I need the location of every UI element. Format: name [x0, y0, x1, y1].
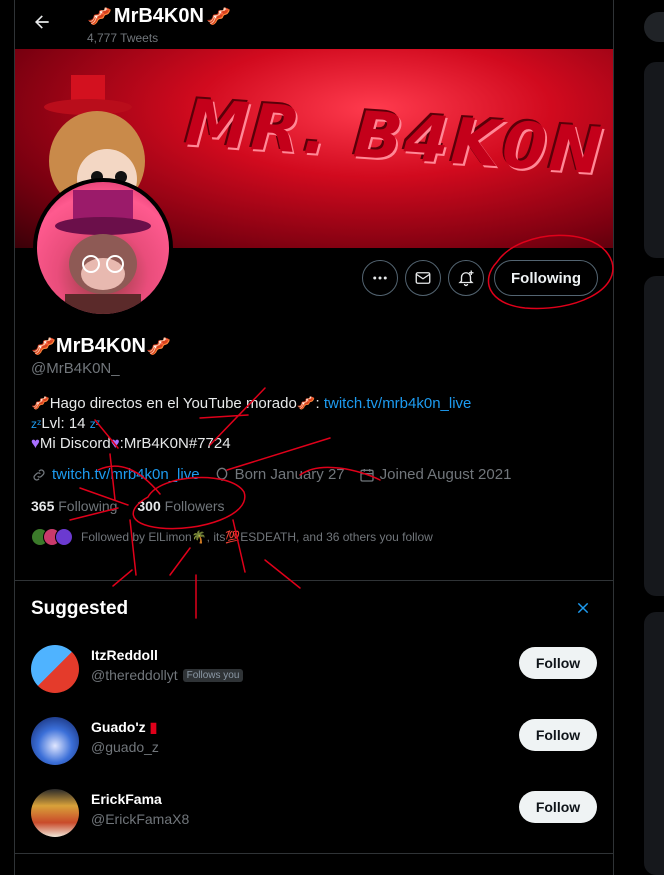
- bacon-emoji: 🥓: [205, 6, 231, 28]
- suggested-user-handle: @ErickFamaX8: [91, 811, 190, 827]
- bio-level: Lvl: 14: [41, 415, 86, 432]
- banner-text: MR. B4K0N: [182, 86, 607, 190]
- who-to-follow-card[interactable]: [644, 276, 664, 596]
- tweet-count: 4,777 Tweets: [87, 31, 159, 45]
- followed-by-avatars: [31, 528, 73, 546]
- bio-line: 🥓Hago directos en el YouTube morado🥓: tw…: [31, 395, 472, 412]
- followed-by[interactable]: Followed by ElLimon🌴, its💯ESDEATH, and 3…: [31, 528, 433, 546]
- suggested-user-name[interactable]: ErickFama: [91, 791, 162, 807]
- divider: [15, 580, 613, 581]
- envelope-icon: [415, 272, 431, 284]
- meta-joined: Joined August 2021: [359, 466, 512, 483]
- website-link[interactable]: twitch.tv/mrb4k0n_live: [52, 466, 200, 483]
- bacon-emoji: 🥓: [296, 395, 316, 412]
- message-button[interactable]: [405, 260, 441, 296]
- birthday-text: Born January 27: [234, 466, 345, 483]
- follow-button[interactable]: Follow: [519, 791, 597, 823]
- sleep-emoji: zᶻ: [89, 417, 100, 431]
- bacon-emoji: 🥓: [31, 336, 56, 358]
- suggested-user-handle: @guado_z: [91, 739, 159, 755]
- purple-heart-emoji: ♥: [31, 435, 40, 452]
- bio-line: ♥Mi Discord♥:MrB4K0N#7724: [31, 434, 591, 454]
- top-bar: 🥓 MrB4K0N 🥓 4,777 Tweets: [15, 0, 613, 49]
- boot-emoji: ▮: [149, 719, 158, 735]
- profile-stats: 365 Following 300 Followers: [31, 498, 225, 514]
- suggested-user-row[interactable]: Guado'z ▮ @guado_z Follow: [31, 717, 601, 773]
- profile-name: 🥓 MrB4K0N 🥓: [31, 334, 171, 359]
- notifications-button[interactable]: [448, 260, 484, 296]
- purple-heart-emoji: ♥: [110, 435, 120, 452]
- avatar[interactable]: [31, 789, 79, 837]
- link-icon: [33, 468, 45, 481]
- avatar: [55, 528, 73, 546]
- balloon-icon: [216, 467, 227, 481]
- header-title: 🥓 MrB4K0N 🥓: [87, 4, 231, 29]
- bell-plus-icon: [458, 270, 474, 287]
- follow-button[interactable]: Follow: [519, 719, 597, 751]
- profile-display-name: MrB4K0N: [55, 335, 146, 357]
- back-button[interactable]: [29, 9, 55, 35]
- avatar[interactable]: [31, 645, 79, 693]
- bio-twitch-link[interactable]: twitch.tv/mrb4k0n_live: [324, 395, 472, 412]
- bacon-emoji: 🥓: [87, 6, 112, 28]
- avatar[interactable]: [31, 717, 79, 765]
- calendar-icon: [359, 468, 374, 482]
- suggested-user-row[interactable]: ItzReddoll @thereddollyt Follows you Fol…: [31, 645, 601, 701]
- profile-bio: 🥓Hago directos en el YouTube morado🥓: tw…: [31, 394, 591, 454]
- suggested-title: Suggested: [31, 598, 129, 619]
- more-horizontal-icon: [373, 276, 387, 280]
- followed-by-text: Followed by ElLimon🌴, its💯ESDEATH, and 3…: [81, 530, 433, 544]
- suggested-user-row[interactable]: ErickFama @ErickFamaX8 Follow: [31, 789, 601, 845]
- suggested-user-name[interactable]: ItzReddoll: [91, 647, 158, 663]
- trends-card[interactable]: [644, 612, 664, 875]
- sleep-emoji: zᶻ: [31, 417, 42, 431]
- following-button[interactable]: Following: [494, 260, 598, 296]
- bacon-emoji: 🥓: [31, 395, 50, 412]
- right-sidebar: [644, 0, 664, 875]
- suggested-user-name-text: Guado'z: [91, 719, 146, 735]
- arrow-left-icon: [35, 15, 49, 29]
- following-label: Following: [58, 498, 118, 514]
- avatar-illustration: [55, 190, 151, 314]
- search-box[interactable]: [644, 12, 664, 42]
- joined-text: Joined August 2021: [379, 466, 512, 483]
- following-stat[interactable]: 365 Following: [31, 498, 117, 514]
- bio-discord: Mi Discord: [39, 435, 111, 452]
- meta-website: twitch.tv/mrb4k0n_live: [31, 466, 200, 483]
- more-button[interactable]: [362, 260, 398, 296]
- divider: [15, 853, 613, 854]
- followers-count: 300: [137, 498, 161, 514]
- suggested-user-name[interactable]: Guado'z ▮: [91, 719, 157, 736]
- profile-avatar[interactable]: [33, 178, 173, 318]
- header-name: MrB4K0N: [113, 5, 204, 27]
- bio-text: Hago directos en el YouTube morado: [49, 395, 297, 412]
- meta-birthday: Born January 27: [214, 466, 345, 483]
- bacon-emoji: 🥓: [145, 336, 171, 358]
- follows-you-badge: Follows you: [182, 668, 244, 682]
- suggested-user-handle-line: @ErickFamaX8: [91, 811, 189, 827]
- profile-meta: twitch.tv/mrb4k0n_live Born January 27 J…: [31, 466, 511, 483]
- followers-label: Followers: [164, 498, 225, 514]
- close-suggested-button[interactable]: [576, 598, 590, 621]
- follow-button[interactable]: Follow: [519, 647, 597, 679]
- profile-handle: @MrB4K0N_: [31, 360, 120, 377]
- close-icon: [577, 602, 589, 614]
- profile-column: 🥓 MrB4K0N 🥓 4,777 Tweets MR. B4K0N Follo…: [14, 0, 614, 875]
- bio-line: zᶻLvl: 14 zᶻ: [31, 414, 591, 434]
- suggested-user-handle: @thereddollyt: [91, 667, 178, 683]
- bio-discord-tag: :MrB4K0N#7724: [119, 435, 231, 452]
- media-card[interactable]: [644, 62, 664, 258]
- suggested-user-handle-line: @thereddollyt Follows you: [91, 667, 244, 683]
- suggested-user-handle-line: @guado_z: [91, 739, 159, 755]
- followers-stat[interactable]: 300 Followers: [137, 498, 224, 514]
- following-count: 365: [31, 498, 55, 514]
